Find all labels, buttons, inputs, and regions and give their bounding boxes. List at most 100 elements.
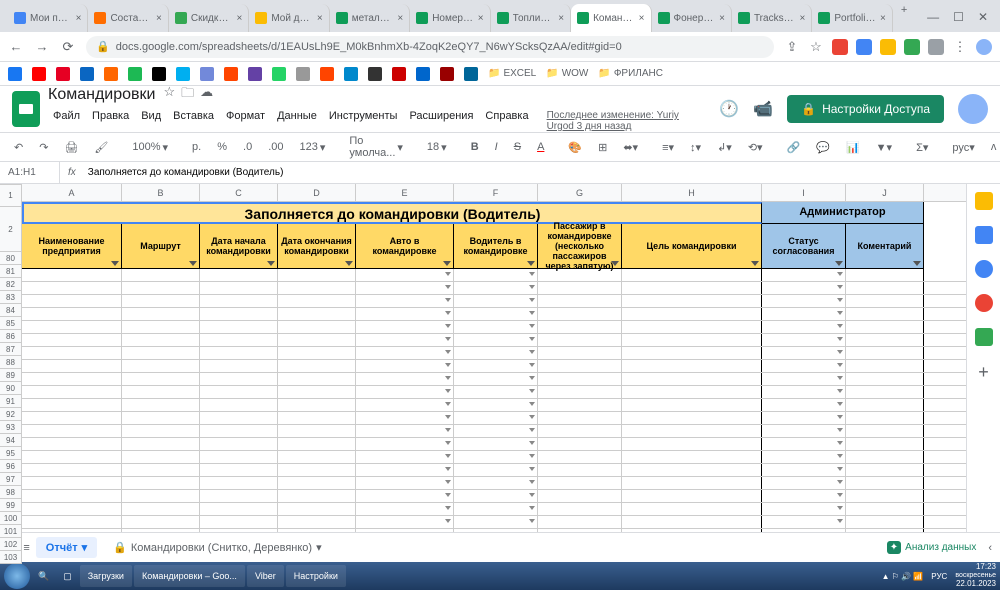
cell[interactable]	[356, 412, 454, 424]
cell[interactable]	[622, 425, 762, 437]
browser-tab[interactable]: Мой диск – Go×	[249, 4, 329, 32]
cell[interactable]	[278, 295, 356, 307]
driver-section-header[interactable]: Заполняется до командировки (Водитель)	[22, 202, 762, 224]
row-header[interactable]: 95	[0, 447, 21, 460]
borders-button[interactable]: ⊞	[594, 139, 611, 156]
bookmark-folder[interactable]: 📁 EXCEL	[488, 68, 536, 79]
cell[interactable]	[200, 386, 278, 398]
bookmark-icon[interactable]	[8, 67, 22, 81]
cell[interactable]	[122, 516, 200, 528]
row-header[interactable]: 2	[0, 207, 21, 252]
cell[interactable]	[454, 347, 538, 359]
cell[interactable]	[356, 425, 454, 437]
cell[interactable]	[846, 295, 924, 307]
share-icon[interactable]: ⇪	[784, 39, 800, 55]
cell[interactable]	[200, 282, 278, 294]
admin-section-header[interactable]: Администратор	[762, 202, 924, 224]
column-header-cell[interactable]: Коментарий	[846, 224, 924, 269]
cell[interactable]	[278, 438, 356, 450]
sheet-tab[interactable]: 🔒 Командировки (Снитко, Деревянко) ▾	[103, 537, 331, 558]
bookmark-icon[interactable]	[56, 67, 70, 81]
cell[interactable]	[538, 516, 622, 528]
cell[interactable]	[356, 464, 454, 476]
bookmark-icon[interactable]	[104, 67, 118, 81]
row-header[interactable]: 89	[0, 369, 21, 382]
cell[interactable]	[356, 529, 454, 532]
cell[interactable]	[846, 373, 924, 385]
cell[interactable]	[22, 321, 122, 333]
cell[interactable]	[846, 412, 924, 424]
font-size[interactable]: 18 ▾	[423, 139, 451, 156]
row-header[interactable]: 99	[0, 499, 21, 512]
row-header[interactable]: 96	[0, 460, 21, 473]
cell[interactable]	[762, 490, 846, 502]
redo-button[interactable]: ↷	[35, 139, 52, 156]
cell[interactable]	[622, 477, 762, 489]
star-icon[interactable]: ☆	[163, 84, 175, 106]
bookmark-icon[interactable]	[464, 67, 478, 81]
cell[interactable]	[356, 477, 454, 489]
bookmark-icon[interactable]	[224, 67, 238, 81]
ext-icon[interactable]	[904, 39, 920, 55]
cell[interactable]	[22, 503, 122, 515]
cell[interactable]	[22, 490, 122, 502]
cell[interactable]	[278, 516, 356, 528]
filter-button[interactable]: ▼▾	[872, 139, 896, 156]
row-header[interactable]: 83	[0, 291, 21, 304]
zoom-select[interactable]: 100% ▾	[128, 139, 172, 156]
column-header-cell[interactable]: Пассажир в командировке (несколько пасса…	[538, 224, 622, 269]
close-button[interactable]: ✕	[978, 10, 988, 24]
cell[interactable]	[538, 490, 622, 502]
column-header[interactable]: C	[200, 184, 278, 201]
cell[interactable]	[454, 321, 538, 333]
menu-item[interactable]: Вид	[136, 108, 166, 134]
cell[interactable]	[454, 386, 538, 398]
cell[interactable]	[356, 269, 454, 281]
row-header[interactable]: 81	[0, 265, 21, 278]
formula-input[interactable]: Заполняется до командировки (Водитель)	[84, 167, 1000, 178]
browser-tab[interactable]: Portfolio – Go×	[812, 4, 892, 32]
cell[interactable]	[200, 347, 278, 359]
menu-item[interactable]: Формат	[221, 108, 270, 134]
cell[interactable]	[200, 425, 278, 437]
cell[interactable]	[356, 295, 454, 307]
url-input[interactable]: 🔒 docs.google.com/spreadsheets/d/1EAUsLh…	[86, 36, 774, 58]
cell[interactable]	[278, 464, 356, 476]
cell[interactable]	[454, 373, 538, 385]
cell[interactable]	[278, 308, 356, 320]
cell[interactable]	[762, 477, 846, 489]
cell[interactable]	[762, 373, 846, 385]
bookmark-icon[interactable]	[128, 67, 142, 81]
sheets-logo-icon[interactable]	[12, 91, 40, 127]
cell[interactable]	[846, 438, 924, 450]
cell[interactable]	[22, 373, 122, 385]
menu-item[interactable]: Вставка	[168, 108, 219, 134]
cell[interactable]	[278, 477, 356, 489]
cell[interactable]	[278, 451, 356, 463]
maps-icon[interactable]	[975, 328, 993, 346]
cell[interactable]	[538, 425, 622, 437]
cell[interactable]	[454, 529, 538, 532]
menu-item[interactable]: Файл	[48, 108, 85, 134]
cell[interactable]	[622, 399, 762, 411]
all-sheets-button[interactable]: ≡	[23, 542, 29, 554]
cell[interactable]	[356, 334, 454, 346]
cell[interactable]	[454, 334, 538, 346]
add-panel-button[interactable]: +	[978, 362, 989, 383]
cell[interactable]	[846, 477, 924, 489]
cell[interactable]	[762, 399, 846, 411]
cloud-icon[interactable]: ☁	[200, 84, 213, 106]
cell[interactable]	[278, 529, 356, 532]
cell[interactable]	[762, 425, 846, 437]
taskbar-item[interactable]: Viber	[247, 565, 284, 587]
cell[interactable]	[122, 399, 200, 411]
column-header[interactable]: J	[846, 184, 924, 201]
cell[interactable]	[200, 438, 278, 450]
column-header[interactable]: E	[356, 184, 454, 201]
cell[interactable]	[538, 477, 622, 489]
cell[interactable]	[454, 412, 538, 424]
cell[interactable]	[846, 451, 924, 463]
cell[interactable]	[356, 451, 454, 463]
cell[interactable]	[200, 529, 278, 532]
cell[interactable]	[278, 282, 356, 294]
